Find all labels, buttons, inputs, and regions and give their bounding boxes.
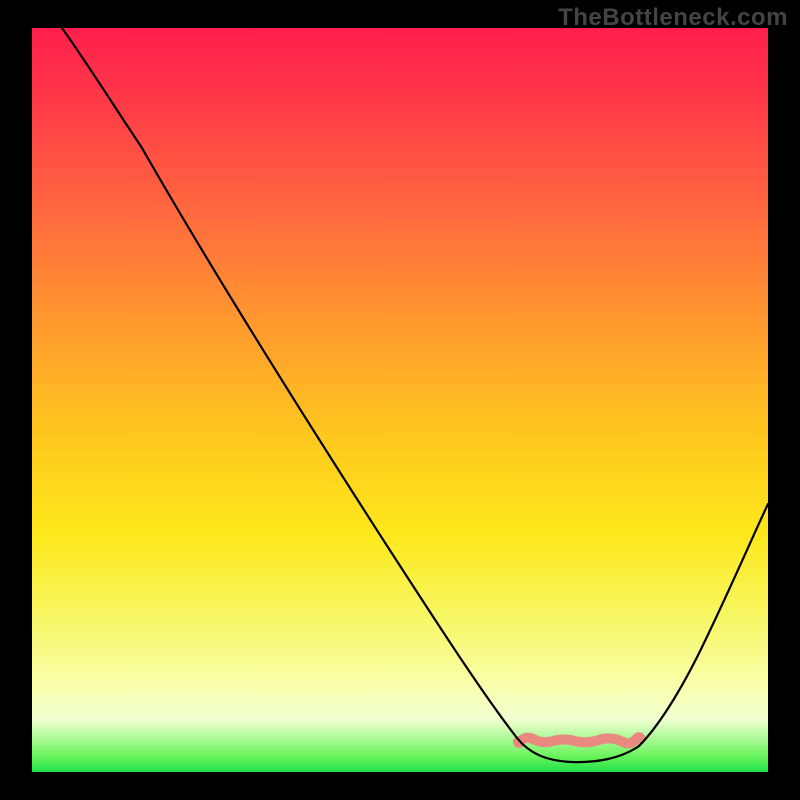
optimal-zone-highlight (519, 738, 637, 744)
chart-container: TheBottleneck.com (0, 0, 800, 800)
bottleneck-curve (62, 28, 768, 762)
curve-svg (32, 28, 768, 772)
plot-area (32, 28, 768, 772)
optimal-zone-dot-left (513, 736, 525, 748)
